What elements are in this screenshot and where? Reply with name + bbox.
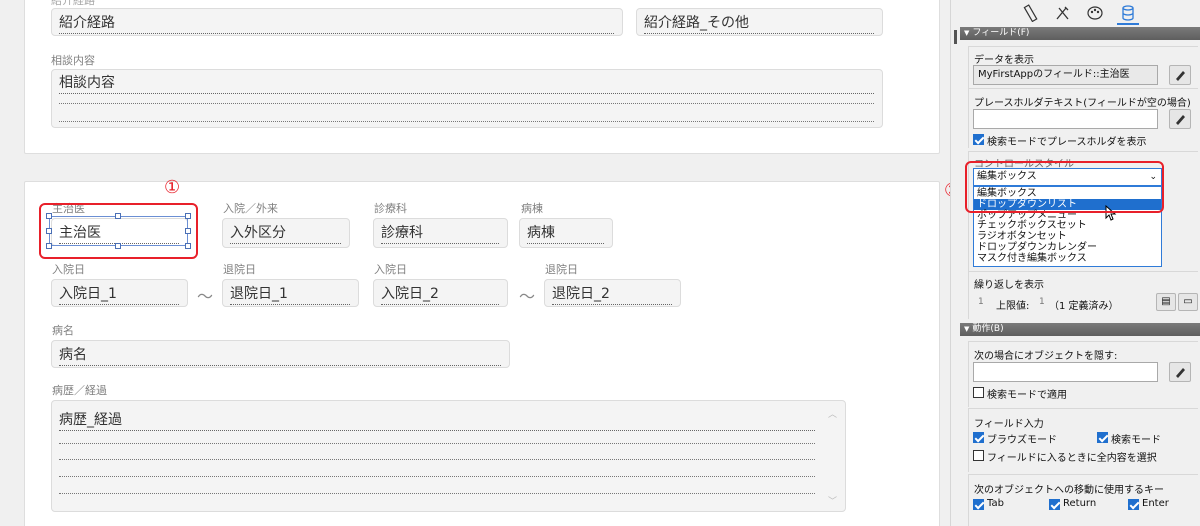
display-data-group: データを表示 MyFirstAppのフィールド::主治医 xyxy=(968,46,1198,92)
repetition-group: 繰り返しを表示 1 上限値: 1 （1 定義済み） ▤ ▭ xyxy=(968,271,1198,319)
scroll-down-icon[interactable]: ﹀ xyxy=(828,494,837,507)
field-entry-group: フィールド入力 ブラウズモード 検索モード フィールドに入るときに全内容を選択 xyxy=(968,408,1198,472)
discharge2-field[interactable]: 退院日_2 xyxy=(544,279,681,307)
hide-object-edit-button[interactable] xyxy=(1169,362,1191,382)
discharge1-field[interactable]: 退院日_1 xyxy=(222,279,359,307)
position-tab-icon[interactable] xyxy=(1022,4,1040,23)
discharge2-label: 退院日 xyxy=(545,263,578,276)
tab-key-checkbox[interactable] xyxy=(973,499,984,510)
browse-mode-checkbox[interactable] xyxy=(973,432,984,443)
placeholder-input[interactable] xyxy=(973,109,1158,129)
hide-object-input[interactable] xyxy=(973,362,1158,382)
repetition-label: 繰り返しを表示 xyxy=(974,280,1044,291)
field-section-header[interactable]: ▼ フィールド(F) xyxy=(960,27,1200,40)
ward-label: 病棟 xyxy=(521,202,543,215)
placeholder-label: プレースホルダテキスト(フィールドが空の場合) xyxy=(974,98,1191,109)
active-tab-indicator xyxy=(1117,23,1139,25)
referral-label: 紹介経路 xyxy=(51,0,95,7)
inspector-tabbar xyxy=(960,0,1200,26)
horizontal-orientation-button[interactable]: ▭ xyxy=(1178,293,1198,311)
select-all-label: フィールドに入るときに全内容を選択 xyxy=(987,453,1157,464)
return-key-checkbox[interactable] xyxy=(1049,499,1060,510)
admit1-label: 入院日 xyxy=(52,263,85,276)
vertical-orientation-button[interactable]: ▤ xyxy=(1156,293,1176,311)
data-tab-icon[interactable] xyxy=(1119,4,1137,22)
consult-label: 相談内容 xyxy=(51,54,95,67)
field-entry-label: フィールド入力 xyxy=(974,419,1044,430)
referral-other-field[interactable]: 紹介経路_その他 xyxy=(636,8,883,36)
option-checkbox-set[interactable]: チェックボックスセット xyxy=(974,220,1161,231)
dept-label: 診療科 xyxy=(374,202,407,215)
inspector-panel: ▼ フィールド(F) データを表示 MyFirstAppのフィールド::主治医 プ… xyxy=(960,0,1200,526)
nav-keys-label: 次のオブジェクトへの移動に使用するキー xyxy=(974,485,1164,496)
enter-key-checkbox[interactable] xyxy=(1128,499,1139,510)
option-masked-edit-box[interactable]: マスク付き編集ボックス xyxy=(974,253,1161,264)
repetition-defined: （1 定義済み） xyxy=(1049,301,1119,312)
top-card: 紹介経路 紹介経路 紹介経路_その他 相談内容 相談内容 xyxy=(24,0,940,154)
inout-field[interactable]: 入外区分 xyxy=(222,218,350,248)
annotation-box-1 xyxy=(39,203,198,259)
show-placeholder-checkbox[interactable] xyxy=(973,134,984,145)
admit1-field[interactable]: 入院日_1 xyxy=(51,279,188,307)
referral-field[interactable]: 紹介経路 xyxy=(51,8,623,36)
layout-canvas[interactable]: 紹介経路 紹介経路 紹介経路_その他 相談内容 相談内容 主治医 主治医 入院／… xyxy=(0,0,950,526)
history-field[interactable]: 病歴_経過 ︿ ﹀ xyxy=(51,400,846,512)
browse-mode-label: ブラウズモード xyxy=(987,435,1057,446)
find-mode-label: 検索モード xyxy=(1111,435,1161,446)
dept-field[interactable]: 診療科 xyxy=(373,218,508,248)
discharge1-label: 退院日 xyxy=(223,263,256,276)
apply-in-find-checkbox[interactable] xyxy=(973,387,984,398)
tilde-2: 〜 xyxy=(519,287,536,306)
hide-object-group: 次の場合にオブジェクトを隠す: 検索モードで適用 xyxy=(968,341,1198,407)
option-dropdown-calendar[interactable]: ドロップダウンカレンダー xyxy=(974,242,1161,253)
admit2-label: 入院日 xyxy=(374,263,407,276)
repetition-from[interactable]: 1 xyxy=(978,297,984,307)
option-radio-set[interactable]: ラジオボタンセット xyxy=(974,231,1161,242)
nav-keys-group: 次のオブジェクトへの移動に使用するキー Tab Return Enter xyxy=(968,474,1198,526)
admit2-field[interactable]: 入院日_2 xyxy=(373,279,508,307)
display-data-value: MyFirstAppのフィールド::主治医 xyxy=(973,65,1158,85)
tab-key-label: Tab xyxy=(987,498,1004,509)
repetition-upper-value[interactable]: 1 xyxy=(1039,297,1045,307)
disease-label: 病名 xyxy=(52,324,74,337)
styles-tab-icon[interactable] xyxy=(1086,4,1104,22)
panel-splitter[interactable] xyxy=(950,0,960,526)
tilde-1: 〜 xyxy=(197,287,214,306)
find-mode-checkbox[interactable] xyxy=(1097,432,1108,443)
apply-in-find-label: 検索モードで適用 xyxy=(987,390,1067,401)
scroll-up-icon[interactable]: ︿ xyxy=(828,407,837,420)
appearance-tab-icon[interactable] xyxy=(1054,4,1072,22)
disease-field[interactable]: 病名 xyxy=(51,340,510,368)
ward-field[interactable]: 病棟 xyxy=(519,218,613,248)
display-data-label: データを表示 xyxy=(974,55,1034,66)
hide-object-label: 次の場合にオブジェクトを隠す: xyxy=(974,351,1118,362)
display-data-edit-button[interactable] xyxy=(1169,65,1191,85)
behavior-section-header[interactable]: ▼ 動作(B) xyxy=(960,323,1200,336)
placeholder-edit-button[interactable] xyxy=(1169,109,1191,129)
select-all-checkbox[interactable] xyxy=(973,450,984,461)
enter-key-label: Enter xyxy=(1142,498,1169,509)
show-placeholder-label: 検索モードでプレースホルダを表示 xyxy=(987,137,1147,148)
splitter-grip-icon xyxy=(954,30,957,44)
inout-label: 入院／外来 xyxy=(223,202,278,215)
annotation-number-1: ① xyxy=(164,177,181,198)
consult-field[interactable]: 相談内容 xyxy=(51,69,883,128)
annotation-box-2 xyxy=(965,161,1164,213)
placeholder-group: プレースホルダテキスト(フィールドが空の場合) 検索モードでプレースホルダを表示 xyxy=(968,88,1198,148)
history-label: 病歴／経過 xyxy=(52,384,107,397)
repetition-upper-label: 上限値: xyxy=(996,301,1030,312)
return-key-label: Return xyxy=(1063,498,1097,509)
